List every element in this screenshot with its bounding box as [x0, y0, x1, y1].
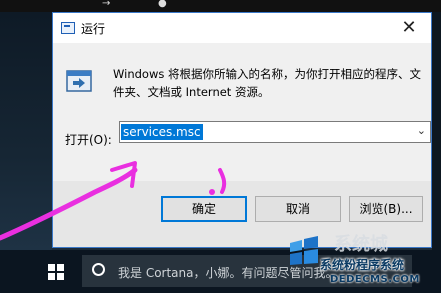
windows-start-icon[interactable]: [48, 264, 64, 280]
watermark: 系统城 系统粉程序系统 DEDECMS.COM: [286, 228, 441, 293]
cortana-icon: [92, 263, 105, 276]
annotation-dot: [209, 189, 215, 195]
annotation-curve: [0, 167, 138, 241]
annotation-tick: [218, 168, 227, 194]
watermark-logo: [290, 236, 318, 265]
watermark-line2: DEDECMS.COM: [330, 274, 420, 285]
watermark-line1: 系统粉程序系统: [320, 258, 405, 272]
watermark-brand: 系统城: [334, 234, 388, 255]
